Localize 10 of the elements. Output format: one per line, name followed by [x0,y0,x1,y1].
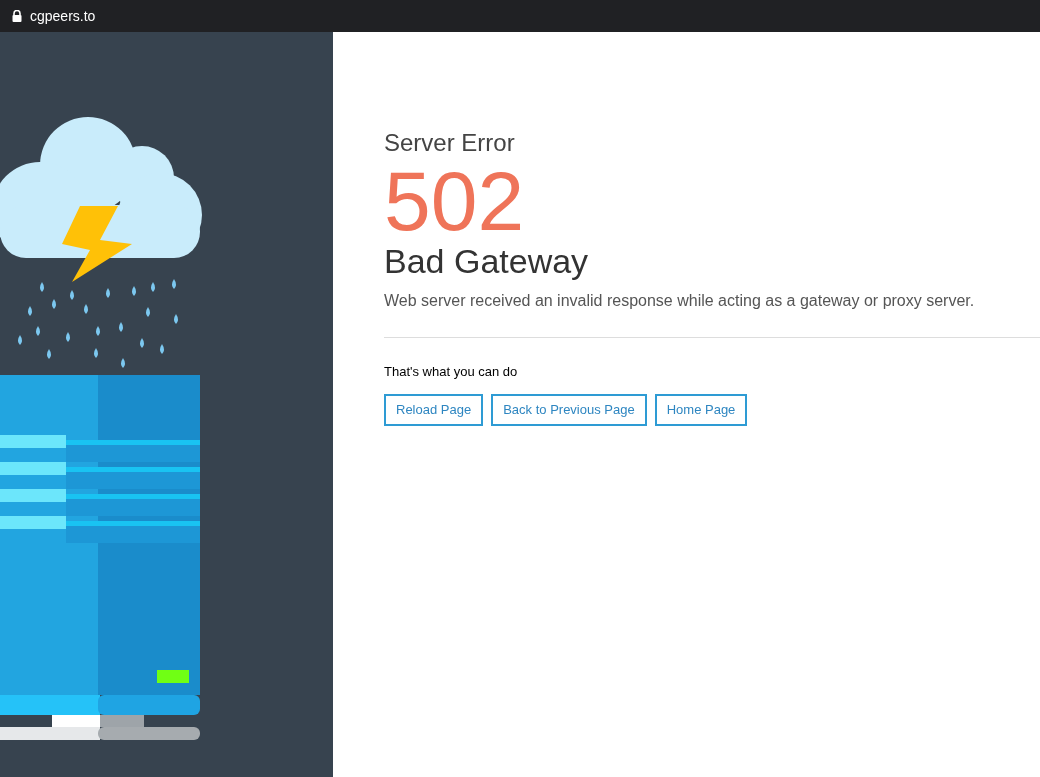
action-button[interactable]: Reload Page [384,393,484,426]
error-code: 502 [384,161,526,241]
url-text[interactable]: cgpeers.to [30,5,96,27]
action-button[interactable]: Home Page [654,393,748,426]
error-heading: Server Error [384,129,516,157]
lock-icon [12,10,22,22]
error-description: Web server received an invalid response while acting as a gateway or proxy server. [384,291,976,311]
actions-label: That's what you can do [384,363,519,381]
error-title: Bad Gateway [384,241,590,281]
action-button[interactable]: Back to Previous Page [491,393,647,426]
